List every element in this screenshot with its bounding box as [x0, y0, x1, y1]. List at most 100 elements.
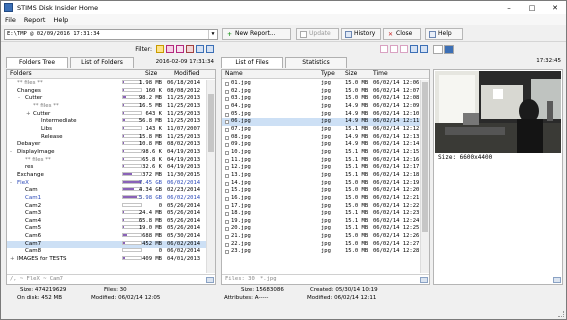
filter-window-icon[interactable]	[206, 45, 214, 53]
col-size[interactable]: Size	[145, 70, 157, 78]
col-type[interactable]: Type	[321, 70, 335, 78]
col-file-size[interactable]: Size	[345, 70, 357, 78]
folders-scrollbar[interactable]	[206, 80, 215, 273]
folder-row[interactable]: Cam 4.34 GB 02/23/2014	[7, 187, 206, 195]
file-row[interactable]: 03.jpg jpg 15.0 MB 06/02/14 12:08	[222, 95, 420, 103]
file-row[interactable]: 16.jpg jpg 15.0 MB 06/02/14 12:21	[222, 195, 420, 203]
preview-toggle-active-icon[interactable]	[444, 45, 454, 54]
file-mask-input[interactable]: *.jpg	[260, 275, 277, 283]
preview-go-icon[interactable]	[553, 277, 561, 283]
folder-row[interactable]: ** files ** 1.98 MB 06/18/2014	[7, 80, 206, 88]
help-button[interactable]: Help	[425, 28, 463, 40]
collapse-icon[interactable]: -	[10, 180, 12, 188]
file-row[interactable]: 22.jpg jpg 15.0 MB 06/02/14 12:27	[222, 241, 420, 249]
folder-row[interactable]: ** files ** 65.8 K 04/19/2013	[7, 156, 206, 165]
file-row[interactable]: 10.jpg jpg 15.1 MB 06/02/14 12:15	[222, 149, 420, 157]
collapse-icon[interactable]: -	[18, 95, 20, 103]
folder-row[interactable]: Cam8 0 06/02/2014	[7, 248, 206, 256]
folder-row[interactable]: Cam5 19.0 MB 05/26/2014	[7, 225, 206, 233]
file-row[interactable]: 13.jpg jpg 15.1 MB 06/02/14 12:18	[222, 172, 420, 180]
filter-sort-icon[interactable]	[186, 45, 194, 53]
file-row[interactable]: 06.jpg jpg 14.9 MB 06/02/14 12:11	[222, 118, 420, 126]
files-chart-icon[interactable]	[380, 45, 388, 53]
collapse-icon[interactable]: -	[10, 149, 12, 157]
chevron-down-icon[interactable]: ▼	[208, 30, 217, 39]
folder-row[interactable]: + IMAGES for TESTS 409 MB 04/01/2013	[7, 256, 206, 264]
files-grid-icon[interactable]	[410, 45, 418, 53]
resize-grip[interactable]	[558, 311, 564, 317]
folder-row[interactable]: Changes 160 K 08/08/2012	[7, 87, 206, 96]
folder-go-icon[interactable]	[206, 277, 214, 283]
folder-row[interactable]: - DisplayImage 98.6 K 04/19/2013	[7, 148, 206, 157]
menu-help[interactable]: Help	[49, 16, 72, 24]
folder-row[interactable]: ** files ** 16.5 MB 11/25/2013	[7, 102, 206, 111]
tab-folders-tree[interactable]: Folders Tree	[6, 57, 68, 68]
folder-row[interactable]: Cam3 24.4 MB 05/26/2014	[7, 210, 206, 218]
update-button[interactable]: Update	[296, 28, 339, 40]
file-row[interactable]: 09.jpg jpg 14.9 MB 06/02/14 12:14	[222, 141, 420, 149]
folder-row[interactable]: Debayer 10.8 MB 08/02/2013	[7, 141, 206, 149]
file-row[interactable]: 23.jpg jpg 15.0 MB 06/02/14 12:28	[222, 248, 420, 256]
filter-grid-icon[interactable]	[196, 45, 204, 53]
folder-row[interactable]: Release 15.8 MB 11/25/2013	[7, 133, 206, 142]
tab-list-of-files[interactable]: List of Files	[221, 57, 283, 68]
filter-chart-icon[interactable]	[166, 45, 174, 53]
file-time: 06/02/14 12:25	[373, 225, 420, 232]
file-row[interactable]: 19.jpg jpg 15.1 MB 06/02/14 12:24	[222, 218, 420, 226]
file-row[interactable]: 18.jpg jpg 15.1 MB 06/02/14 12:23	[222, 210, 420, 218]
col-folders[interactable]: Folders	[10, 70, 32, 78]
filter-list-icon[interactable]	[176, 45, 184, 53]
folder-row[interactable]: Cam6 688 MB 05/30/2014	[7, 233, 206, 241]
folder-row[interactable]: res 32.6 K 04/19/2013	[7, 164, 206, 172]
files-window-icon[interactable]	[420, 45, 428, 53]
file-go-icon[interactable]	[420, 277, 428, 283]
file-row[interactable]: 01.jpg jpg 15.0 MB 06/02/14 12:06	[222, 80, 420, 88]
close-report-button[interactable]: ✕ Close	[383, 28, 421, 40]
files-scrollbar[interactable]	[420, 80, 429, 273]
col-modified[interactable]: Modified	[174, 70, 200, 78]
expand-icon[interactable]: +	[26, 111, 31, 119]
report-path-select[interactable]: E:\TMP @ 02/09/2016 17:31:34 ▼	[4, 29, 218, 40]
file-row[interactable]: 12.jpg jpg 15.1 MB 06/02/14 12:17	[222, 164, 420, 172]
folders-scroll-thumb[interactable]	[208, 94, 214, 152]
menu-file[interactable]: File	[1, 16, 20, 24]
folder-row[interactable]: Libs 143 K 11/07/2007	[7, 125, 206, 134]
file-row[interactable]: 07.jpg jpg 15.1 MB 06/02/14 12:12	[222, 126, 420, 134]
col-name[interactable]: Name	[225, 70, 243, 78]
file-row[interactable]: 15.jpg jpg 15.0 MB 06/02/14 12:20	[222, 187, 420, 195]
tab-statistics[interactable]: Statistics	[285, 57, 347, 68]
expand-icon[interactable]: +	[10, 256, 15, 264]
files-sort-icon[interactable]	[400, 45, 408, 53]
file-row[interactable]: 02.jpg jpg 15.0 MB 06/02/14 12:07	[222, 88, 420, 96]
folder-row[interactable]: Intermediate 56.8 MB 11/25/2013	[7, 118, 206, 126]
tab-list-of-folders[interactable]: List of Folders	[70, 57, 134, 68]
file-row[interactable]: 11.jpg jpg 15.1 MB 06/02/14 12:16	[222, 157, 420, 165]
folder-row[interactable]: - FleX 7.45 GB 06/02/2014	[7, 179, 206, 188]
files-scroll-thumb[interactable]	[422, 82, 428, 232]
folder-row[interactable]: Cam1 5.98 GB 06/02/2014	[7, 194, 206, 203]
folder-filter-input[interactable]: /, ~ FleX ~ Cam7	[7, 274, 215, 283]
folder-row[interactable]: Cam4 65.8 MB 05/26/2014	[7, 217, 206, 226]
history-button[interactable]: History	[341, 28, 381, 40]
folder-row[interactable]: - Cutter 98.2 MB 11/25/2013	[7, 95, 206, 103]
preview-toggle-icon[interactable]	[433, 45, 443, 54]
new-report-button[interactable]: + New Report...	[222, 28, 291, 40]
folder-row[interactable]: Cam2 0 05/26/2014	[7, 202, 206, 211]
folder-row[interactable]: Cam7 452 MB 06/02/2014	[7, 240, 206, 249]
maximize-button[interactable]: □	[521, 1, 543, 14]
file-row[interactable]: 20.jpg jpg 15.1 MB 06/02/14 12:25	[222, 225, 420, 233]
minimize-button[interactable]: –	[498, 1, 520, 14]
file-row[interactable]: 14.jpg jpg 15.0 MB 06/02/14 12:19	[222, 180, 420, 188]
file-row[interactable]: 08.jpg jpg 14.9 MB 06/02/14 12:13	[222, 134, 420, 142]
close-window-button[interactable]: ✕	[544, 1, 566, 14]
col-time[interactable]: Time	[373, 70, 388, 78]
menu-report[interactable]: Report	[20, 16, 50, 24]
files-list-icon[interactable]	[390, 45, 398, 53]
file-row[interactable]: 17.jpg jpg 15.0 MB 06/02/14 12:22	[222, 203, 420, 211]
folder-row[interactable]: + Cutter 643 K 11/25/2013	[7, 110, 206, 119]
filter-folder-icon[interactable]	[156, 45, 164, 53]
file-row[interactable]: 04.jpg jpg 14.9 MB 06/02/14 12:09	[222, 103, 420, 111]
folder-row[interactable]: Exchange 372 MB 11/30/2015	[7, 171, 206, 180]
file-row[interactable]: 05.jpg jpg 14.9 MB 06/02/14 12:10	[222, 111, 420, 119]
file-row[interactable]: 21.jpg jpg 15.0 MB 06/02/14 12:26	[222, 233, 420, 241]
